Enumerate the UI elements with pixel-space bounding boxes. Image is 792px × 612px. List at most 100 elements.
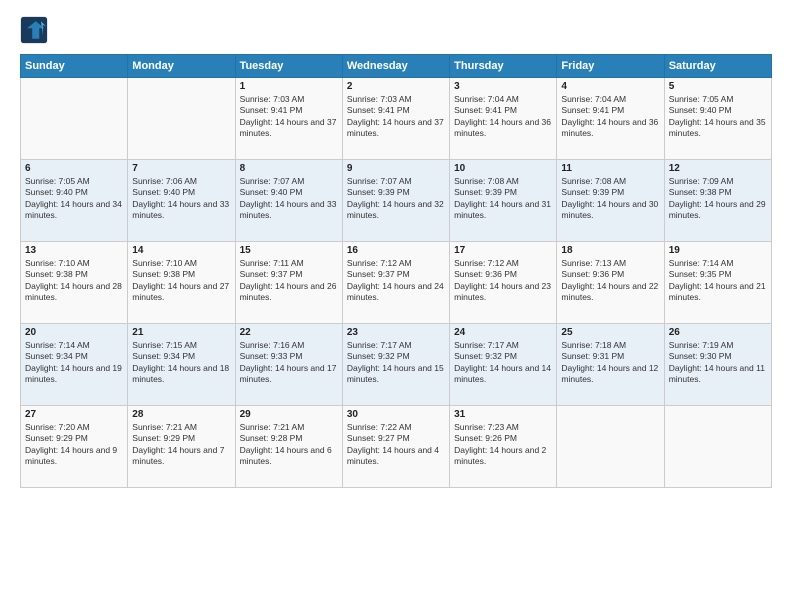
cell-content: Sunrise: 7:04 AM Sunset: 9:41 PM Dayligh… [561,94,659,140]
calendar-cell: 25 Sunrise: 7:18 AM Sunset: 9:31 PM Dayli… [557,324,664,406]
week-row-5: 27 Sunrise: 7:20 AM Sunset: 9:29 PM Dayli… [21,406,772,488]
calendar-cell: 1 Sunrise: 7:03 AM Sunset: 9:41 PM Daylig… [235,78,342,160]
cell-content: Sunrise: 7:03 AM Sunset: 9:41 PM Dayligh… [347,94,445,140]
day-number: 20 [25,327,123,338]
calendar-cell [21,78,128,160]
page: SundayMondayTuesdayWednesdayThursdayFrid… [0,0,792,612]
day-header-friday: Friday [557,55,664,78]
calendar-cell: 4 Sunrise: 7:04 AM Sunset: 9:41 PM Daylig… [557,78,664,160]
day-number: 16 [347,245,445,256]
calendar-cell: 5Sunrise: 7:05 AM Sunset: 9:40 PM Daylig… [664,78,771,160]
day-number: 19 [669,245,767,256]
cell-content: Sunrise: 7:07 AM Sunset: 9:40 PM Dayligh… [240,176,338,222]
cell-content: Sunrise: 7:12 AM Sunset: 9:36 PM Dayligh… [454,258,552,304]
week-row-1: 1 Sunrise: 7:03 AM Sunset: 9:41 PM Daylig… [21,78,772,160]
cell-content: Sunrise: 7:15 AM Sunset: 9:34 PM Dayligh… [132,340,230,386]
day-number: 6 [25,163,123,174]
cell-content: Sunrise: 7:10 AM Sunset: 9:38 PM Dayligh… [132,258,230,304]
calendar-cell: 8Sunrise: 7:07 AM Sunset: 9:40 PM Daylig… [235,160,342,242]
calendar-cell: 24 Sunrise: 7:17 AM Sunset: 9:32 PM Dayli… [450,324,557,406]
calendar-cell: 15 Sunrise: 7:11 AM Sunset: 9:37 PM Dayli… [235,242,342,324]
day-number: 24 [454,327,552,338]
calendar-cell [557,406,664,488]
day-number: 17 [454,245,552,256]
calendar-cell [128,78,235,160]
day-number: 30 [347,409,445,420]
calendar-cell: 14 Sunrise: 7:10 AM Sunset: 9:38 PM Dayli… [128,242,235,324]
calendar-cell: 17 Sunrise: 7:12 AM Sunset: 9:36 PM Dayli… [450,242,557,324]
day-number: 14 [132,245,230,256]
day-number: 11 [561,163,659,174]
cell-content: Sunrise: 7:05 AM Sunset: 9:40 PM Dayligh… [25,176,123,222]
cell-content: Sunrise: 7:18 AM Sunset: 9:31 PM Dayligh… [561,340,659,386]
cell-content: Sunrise: 7:14 AM Sunset: 9:34 PM Dayligh… [25,340,123,386]
calendar-cell: 29Sunrise: 7:21 AM Sunset: 9:28 PM Dayli… [235,406,342,488]
calendar-cell: 10 Sunrise: 7:08 AM Sunset: 9:39 PM Dayli… [450,160,557,242]
day-number: 22 [240,327,338,338]
calendar-cell: 23Sunrise: 7:17 AM Sunset: 9:32 PM Dayli… [342,324,449,406]
calendar-cell: 26Sunrise: 7:19 AM Sunset: 9:30 PM Dayli… [664,324,771,406]
day-header-saturday: Saturday [664,55,771,78]
calendar-cell: 6 Sunrise: 7:05 AM Sunset: 9:40 PM Daylig… [21,160,128,242]
cell-content: Sunrise: 7:17 AM Sunset: 9:32 PM Dayligh… [454,340,552,386]
day-number: 27 [25,409,123,420]
day-number: 10 [454,163,552,174]
calendar-cell: 2 Sunrise: 7:03 AM Sunset: 9:41 PM Daylig… [342,78,449,160]
calendar-cell: 22 Sunrise: 7:16 AM Sunset: 9:33 PM Dayli… [235,324,342,406]
day-number: 4 [561,81,659,92]
calendar-cell: 18Sunrise: 7:13 AM Sunset: 9:36 PM Dayli… [557,242,664,324]
calendar-cell: 11 Sunrise: 7:08 AM Sunset: 9:39 PM Dayli… [557,160,664,242]
day-number: 21 [132,327,230,338]
cell-content: Sunrise: 7:22 AM Sunset: 9:27 PM Dayligh… [347,422,445,468]
cell-content: Sunrise: 7:17 AM Sunset: 9:32 PM Dayligh… [347,340,445,386]
calendar-cell: 31 Sunrise: 7:23 AM Sunset: 9:26 PM Dayli… [450,406,557,488]
day-number: 3 [454,81,552,92]
cell-content: Sunrise: 7:16 AM Sunset: 9:33 PM Dayligh… [240,340,338,386]
calendar-cell: 3 Sunrise: 7:04 AM Sunset: 9:41 PM Daylig… [450,78,557,160]
calendar-cell: 19 Sunrise: 7:14 AM Sunset: 9:35 PM Dayli… [664,242,771,324]
cell-content: Sunrise: 7:04 AM Sunset: 9:41 PM Dayligh… [454,94,552,140]
cell-content: Sunrise: 7:05 AM Sunset: 9:40 PM Dayligh… [669,94,767,140]
day-number: 18 [561,245,659,256]
calendar-cell: 9 Sunrise: 7:07 AM Sunset: 9:39 PM Daylig… [342,160,449,242]
day-number: 9 [347,163,445,174]
cell-content: Sunrise: 7:09 AM Sunset: 9:38 PM Dayligh… [669,176,767,222]
cell-content: Sunrise: 7:14 AM Sunset: 9:35 PM Dayligh… [669,258,767,304]
day-number: 25 [561,327,659,338]
day-number: 31 [454,409,552,420]
cell-content: Sunrise: 7:23 AM Sunset: 9:26 PM Dayligh… [454,422,552,468]
day-header-monday: Monday [128,55,235,78]
day-number: 13 [25,245,123,256]
cell-content: Sunrise: 7:03 AM Sunset: 9:41 PM Dayligh… [240,94,338,140]
cell-content: Sunrise: 7:10 AM Sunset: 9:38 PM Dayligh… [25,258,123,304]
cell-content: Sunrise: 7:08 AM Sunset: 9:39 PM Dayligh… [454,176,552,222]
cell-content: Sunrise: 7:06 AM Sunset: 9:40 PM Dayligh… [132,176,230,222]
day-number: 28 [132,409,230,420]
calendar-cell: 16Sunrise: 7:12 AM Sunset: 9:37 PM Dayli… [342,242,449,324]
cell-content: Sunrise: 7:20 AM Sunset: 9:29 PM Dayligh… [25,422,123,468]
day-number: 15 [240,245,338,256]
day-header-thursday: Thursday [450,55,557,78]
week-row-3: 13 Sunrise: 7:10 AM Sunset: 9:38 PM Dayli… [21,242,772,324]
week-row-4: 20 Sunrise: 7:14 AM Sunset: 9:34 PM Dayli… [21,324,772,406]
calendar-cell: 21 Sunrise: 7:15 AM Sunset: 9:34 PM Dayli… [128,324,235,406]
calendar-cell: 27 Sunrise: 7:20 AM Sunset: 9:29 PM Dayli… [21,406,128,488]
header [20,16,772,44]
day-header-tuesday: Tuesday [235,55,342,78]
day-number: 1 [240,81,338,92]
day-header-sunday: Sunday [21,55,128,78]
logo [20,16,52,44]
calendar-cell: 13 Sunrise: 7:10 AM Sunset: 9:38 PM Dayli… [21,242,128,324]
cell-content: Sunrise: 7:07 AM Sunset: 9:39 PM Dayligh… [347,176,445,222]
week-row-2: 6 Sunrise: 7:05 AM Sunset: 9:40 PM Daylig… [21,160,772,242]
day-number: 2 [347,81,445,92]
cell-content: Sunrise: 7:11 AM Sunset: 9:37 PM Dayligh… [240,258,338,304]
logo-icon [20,16,48,44]
day-number: 26 [669,327,767,338]
calendar-cell: 12 Sunrise: 7:09 AM Sunset: 9:38 PM Dayli… [664,160,771,242]
cell-content: Sunrise: 7:08 AM Sunset: 9:39 PM Dayligh… [561,176,659,222]
day-number: 12 [669,163,767,174]
calendar-cell: 28Sunrise: 7:21 AM Sunset: 9:29 PM Dayli… [128,406,235,488]
day-number: 7 [132,163,230,174]
days-header-row: SundayMondayTuesdayWednesdayThursdayFrid… [21,55,772,78]
